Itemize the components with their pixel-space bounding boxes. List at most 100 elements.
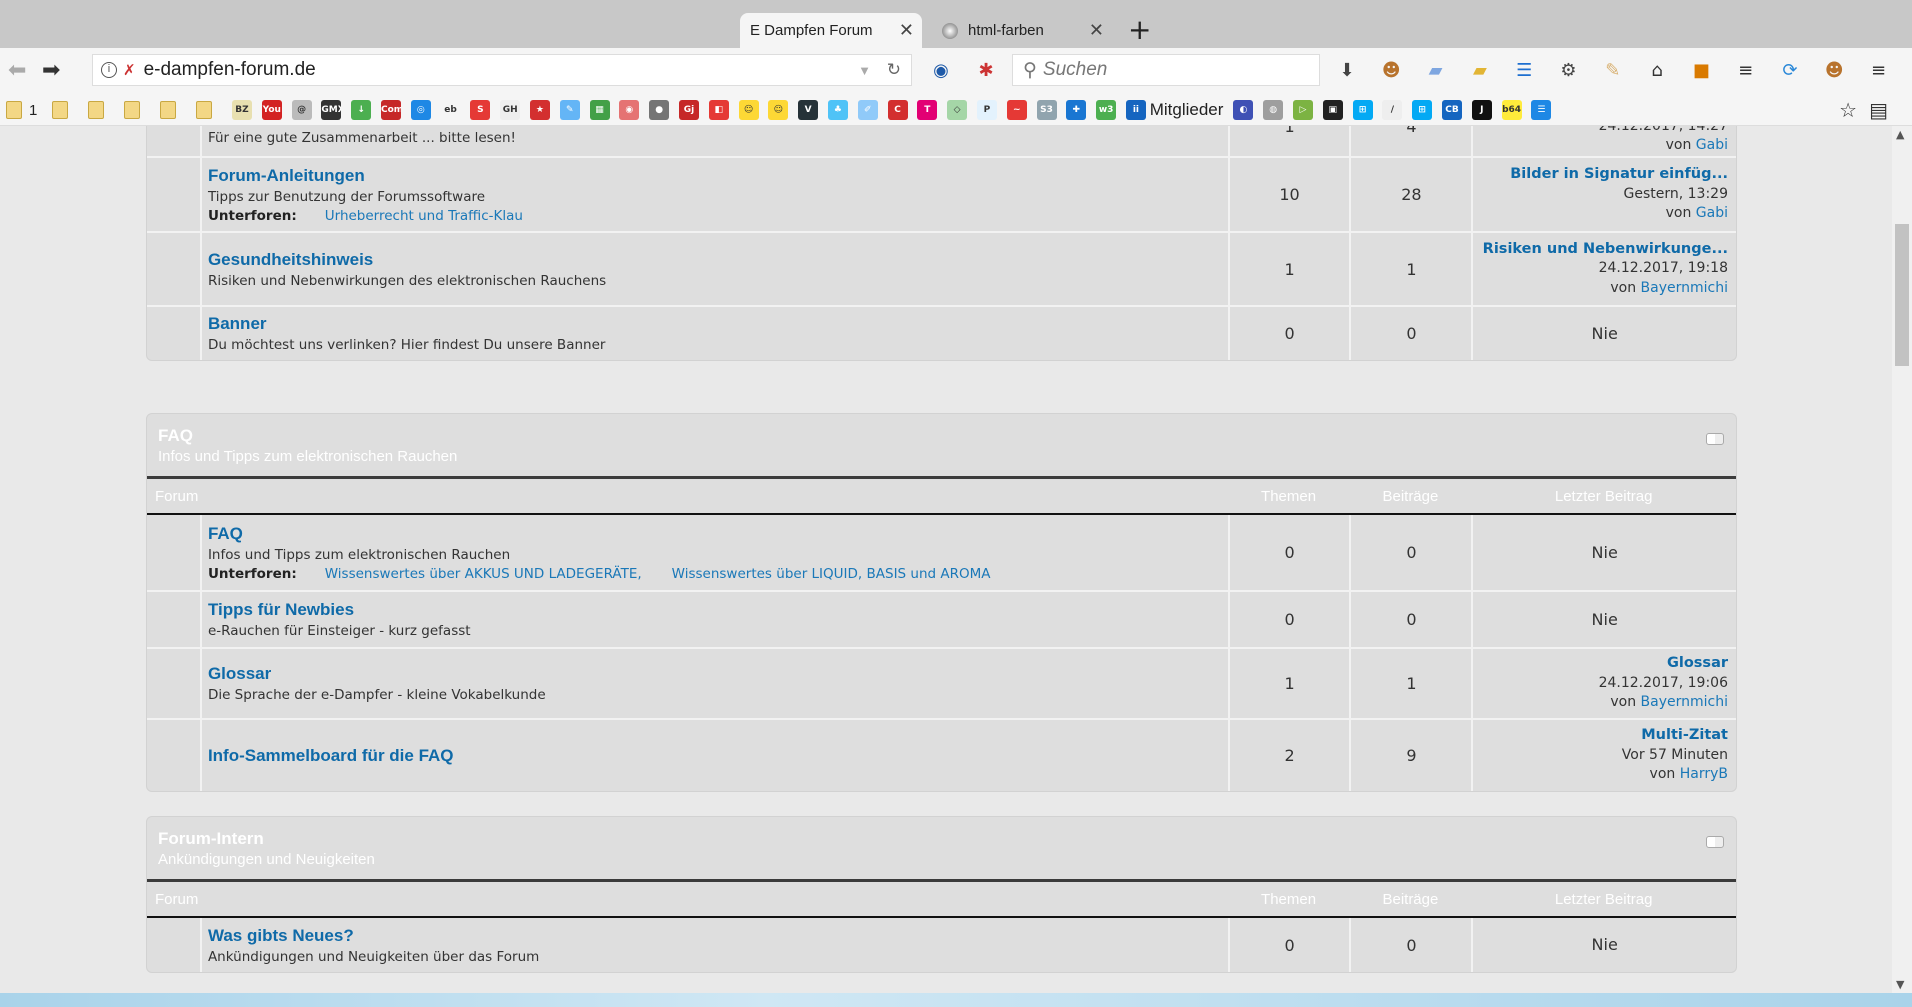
scroll-up-icon[interactable]: ▲ — [1896, 128, 1904, 141]
tab-html-farben[interactable]: html-farben ✕ — [936, 13, 1112, 48]
scroll-down-icon[interactable]: ▼ — [1896, 978, 1904, 991]
sync-icon[interactable]: ⟳ — [1779, 60, 1801, 82]
forum-title-link[interactable]: Forum-Anleitungen — [208, 166, 1222, 186]
thunderbird-icon[interactable]: ◉ — [930, 60, 952, 82]
forum-title-link[interactable]: Tipps für Newbies — [208, 600, 1222, 620]
author-link[interactable]: Bayernmichi — [1641, 280, 1728, 296]
gmx-icon[interactable]: GMX — [321, 99, 342, 120]
subforum-link[interactable]: Wissenswertes über AKKUS UND LADEGERÄTE, — [325, 566, 642, 582]
s3-icon[interactable]: S3 — [1036, 99, 1057, 120]
url-text[interactable]: e-dampfen-forum.de — [144, 59, 316, 81]
panel-icon[interactable]: ☰ — [1513, 60, 1535, 82]
orange-app-icon[interactable]: ■ — [1690, 60, 1712, 82]
last-post-title-link[interactable]: Glossar — [1667, 654, 1728, 674]
forum-title-link[interactable]: FAQ — [208, 524, 1222, 544]
flag-icon[interactable]: V — [798, 99, 819, 120]
collapse-toggle-icon[interactable] — [1706, 836, 1724, 848]
members-icon[interactable]: ii — [1125, 99, 1146, 120]
at-icon[interactable]: @ — [291, 99, 312, 120]
bookmark-label[interactable]: Mitglieder — [1150, 100, 1224, 120]
tv-icon[interactable]: ▣ — [1322, 99, 1343, 120]
close-tab-icon[interactable]: ✕ — [899, 20, 914, 41]
red-square-icon[interactable]: C — [887, 99, 908, 120]
close-tab-icon[interactable]: ✕ — [1089, 20, 1104, 41]
collapse-toggle-icon[interactable] — [1706, 433, 1724, 445]
scrollbar-thumb[interactable] — [1895, 224, 1909, 366]
forum-title-link[interactable]: Forenregeln — [208, 126, 1222, 127]
reading-list-icon[interactable]: ▤ — [1869, 98, 1900, 122]
last-post-title-link[interactable]: Risiken und Nebenwirkunge... — [1483, 240, 1728, 260]
bookmark-folder-icon[interactable] — [196, 100, 212, 119]
info-icon[interactable]: i — [101, 62, 117, 78]
forward-arrow-icon[interactable]: ➡ — [42, 58, 60, 83]
broom-icon[interactable]: ✎ — [1602, 60, 1624, 82]
scrollbar[interactable]: ▲ ▼ — [1892, 126, 1912, 993]
grey-ball-icon[interactable]: ● — [649, 99, 670, 120]
smiley-icon[interactable]: ☺ — [768, 99, 789, 120]
blue-circle-icon[interactable]: ◐ — [1233, 99, 1254, 120]
sparkasse-icon[interactable]: S — [470, 99, 491, 120]
author-link[interactable]: Bayernmichi — [1641, 694, 1728, 710]
last-post-title-link[interactable]: Multi-Zitat — [1641, 726, 1728, 746]
category-title[interactable]: FAQ — [158, 426, 1725, 446]
red-circle-icon[interactable]: ~ — [1006, 99, 1027, 120]
dropdown-arrow-icon[interactable]: ▼ — [858, 63, 871, 78]
forum-title-link[interactable]: Info-Sammelboard für die FAQ — [208, 746, 1222, 766]
w3-icon[interactable]: w3 — [1096, 99, 1117, 120]
red-app-icon[interactable]: ◧ — [708, 99, 729, 120]
dark-app-icon[interactable]: ≡ — [1735, 60, 1757, 82]
greasemonkey-icon[interactable]: ☻ — [1380, 60, 1402, 82]
feather-icon[interactable]: ✎ — [559, 99, 580, 120]
folder-open-icon[interactable]: ▰ — [1469, 60, 1491, 82]
gear-icon[interactable]: ⚙ — [1558, 60, 1580, 82]
download-icon[interactable]: ⬇ — [1336, 60, 1358, 82]
new-tab-button[interactable]: + — [1128, 12, 1151, 48]
star-icon[interactable]: ★ — [529, 99, 550, 120]
tab-e-dampfen-forum[interactable]: E Dampfen Forum ✕ — [740, 13, 922, 48]
palm-icon[interactable]: ♣ — [827, 99, 848, 120]
greasemonkey-icon[interactable]: ☻ — [1823, 60, 1845, 82]
bookmark-folder-icon[interactable]: 1 — [6, 100, 37, 119]
reload-icon[interactable]: ↻ — [887, 60, 901, 80]
globe-blue-icon[interactable]: ◎ — [410, 99, 431, 120]
author-link[interactable]: Gabi — [1696, 137, 1728, 153]
j-icon[interactable]: J — [1471, 99, 1492, 120]
forum-title-link[interactable]: Banner — [208, 314, 1222, 334]
windows-icon[interactable]: ⊞ — [1412, 99, 1433, 120]
author-link[interactable]: HarryB — [1680, 766, 1728, 782]
ebay-icon[interactable]: eb — [440, 99, 461, 120]
cb-icon[interactable]: CB — [1441, 99, 1462, 120]
tiles-icon[interactable]: ▦ — [589, 99, 610, 120]
url-bar[interactable]: i ✗ e-dampfen-forum.de ▼ ↻ — [92, 54, 912, 86]
b64-icon[interactable]: b64 — [1501, 99, 1522, 120]
globe-icon[interactable]: ◍ — [1263, 99, 1284, 120]
panel-icon[interactable]: ☰ — [1531, 99, 1552, 120]
category-title[interactable]: Forum-Intern — [158, 829, 1725, 849]
play-icon[interactable]: ▷ — [1293, 99, 1313, 120]
home-icon[interactable]: ⌂ — [1646, 60, 1668, 82]
bookmark-folder-icon[interactable] — [52, 100, 68, 119]
forum-title-link[interactable]: Was gibts Neues? — [208, 926, 1222, 946]
star-icon[interactable]: ☆ — [1839, 98, 1869, 122]
chrome-icon[interactable]: ◉ — [619, 99, 640, 120]
logo-red-icon[interactable]: Gj — [678, 99, 699, 120]
smiley-icon[interactable]: ☺ — [738, 99, 759, 120]
com-icon[interactable]: Com — [380, 99, 401, 120]
puzzle-icon[interactable]: ✚ — [1066, 99, 1087, 120]
pen-icon[interactable]: / — [1382, 99, 1403, 120]
last-post-title-link[interactable]: Bilder in Signatur einfüg... — [1510, 165, 1728, 185]
windows-icon[interactable]: ⊞ — [1352, 99, 1373, 120]
p-icon[interactable]: P — [976, 99, 997, 120]
back-arrow-icon[interactable]: ⬅ — [8, 58, 26, 83]
notepad-icon[interactable]: ✐ — [857, 99, 878, 120]
bookmark-folder-icon[interactable] — [88, 100, 104, 119]
download-arrow-icon[interactable]: ↓ — [351, 99, 372, 120]
author-link[interactable]: Gabi — [1696, 205, 1728, 221]
extension-icon[interactable]: ✱ — [975, 60, 997, 82]
menu-icon[interactable]: ≡ — [1868, 60, 1890, 82]
bz-icon[interactable]: BZ — [232, 99, 252, 120]
diamond-icon[interactable]: ◇ — [947, 99, 968, 120]
telekom-icon[interactable]: T — [917, 99, 938, 120]
youtube-icon[interactable]: You — [261, 99, 282, 120]
bookmark-folder-icon[interactable] — [124, 100, 140, 119]
